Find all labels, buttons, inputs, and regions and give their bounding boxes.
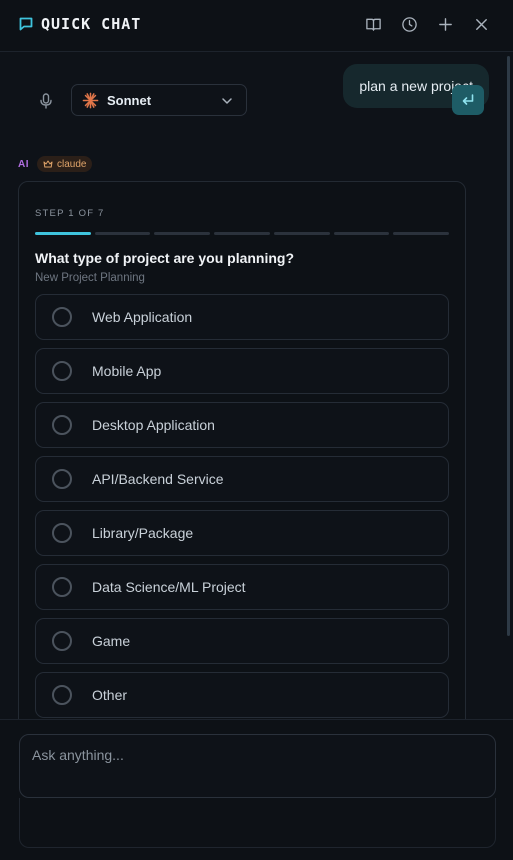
option-web-application[interactable]: Web Application — [35, 294, 449, 340]
microphone-icon[interactable] — [37, 92, 55, 110]
brand: QUICK CHAT — [18, 15, 141, 33]
option-other[interactable]: Other — [35, 672, 449, 718]
radio-button[interactable] — [52, 631, 72, 651]
model-badge: claude — [37, 156, 93, 172]
option-label: Data Science/ML Project — [92, 579, 246, 595]
option-label: Other — [92, 687, 128, 703]
step-progress — [35, 232, 450, 235]
book-button[interactable] — [363, 14, 383, 34]
app-title: QUICK CHAT — [41, 15, 142, 33]
history-button[interactable] — [399, 14, 419, 34]
radio-button[interactable] — [52, 469, 72, 489]
quick-chat-window: QUICK CHAT plan a new project AI claude … — [0, 0, 513, 860]
radio-button[interactable] — [52, 523, 72, 543]
option-game[interactable]: Game — [35, 618, 449, 664]
option-label: API/Backend Service — [92, 471, 224, 487]
composer — [0, 719, 513, 860]
option-library-package[interactable]: Library/Package — [35, 510, 449, 556]
ai-label: AI — [18, 158, 29, 170]
new-chat-button[interactable] — [435, 14, 455, 34]
chat-area[interactable]: plan a new project AI claude STEP 1 OF 7… — [0, 52, 513, 719]
question-subtitle: New Project Planning — [35, 272, 145, 284]
claude-spark-icon — [82, 92, 99, 108]
option-label: Web Application — [92, 309, 193, 325]
message-input-box[interactable] — [19, 734, 496, 798]
planning-card: STEP 1 OF 7 What type of project are you… — [18, 181, 466, 719]
radio-button[interactable] — [52, 685, 72, 705]
progress-segment — [214, 232, 270, 235]
radio-button[interactable] — [52, 577, 72, 597]
question: What type of project are you planning? — [35, 250, 295, 266]
radio-button[interactable] — [52, 307, 72, 327]
close-button[interactable] — [471, 14, 491, 34]
book-icon — [365, 18, 381, 31]
close-icon — [475, 18, 487, 30]
enter-icon — [462, 94, 474, 105]
model-name: Sonnet — [107, 92, 152, 108]
plus-icon — [438, 17, 452, 31]
progress-segment — [154, 232, 211, 235]
progress-segment — [94, 232, 151, 235]
ai-message-meta: AI claude — [18, 156, 93, 172]
progress-segment — [393, 232, 450, 235]
crown-icon — [43, 160, 53, 168]
option-api-backend-service[interactable]: API/Backend Service — [35, 456, 449, 502]
model-select[interactable]: Sonnet — [71, 84, 247, 116]
option-data-science-ml-project[interactable]: Data Science/ML Project — [35, 564, 449, 610]
chevron-down-icon — [222, 98, 232, 104]
progress-segment — [273, 232, 330, 235]
header: QUICK CHAT — [0, 0, 513, 52]
step-label: STEP 1 OF 7 — [35, 208, 105, 219]
progress-segment — [333, 232, 390, 235]
option-label: Desktop Application — [92, 417, 215, 433]
message-input[interactable] — [32, 747, 482, 763]
option-label: Library/Package — [92, 525, 194, 541]
progress-segment — [35, 232, 91, 235]
radio-button[interactable] — [52, 415, 72, 435]
history-icon — [401, 16, 417, 32]
chat-icon — [19, 17, 33, 31]
option-label: Mobile App — [92, 363, 162, 379]
send-button[interactable] — [452, 85, 484, 115]
option-label: Game — [92, 633, 131, 649]
model-badge-label: claude — [57, 158, 87, 170]
radio-button[interactable] — [52, 361, 72, 381]
chat-scrollbar[interactable] — [507, 56, 510, 636]
option-mobile-app[interactable]: Mobile App — [35, 348, 449, 394]
composer-frame — [19, 798, 496, 848]
option-desktop-application[interactable]: Desktop Application — [35, 402, 449, 448]
